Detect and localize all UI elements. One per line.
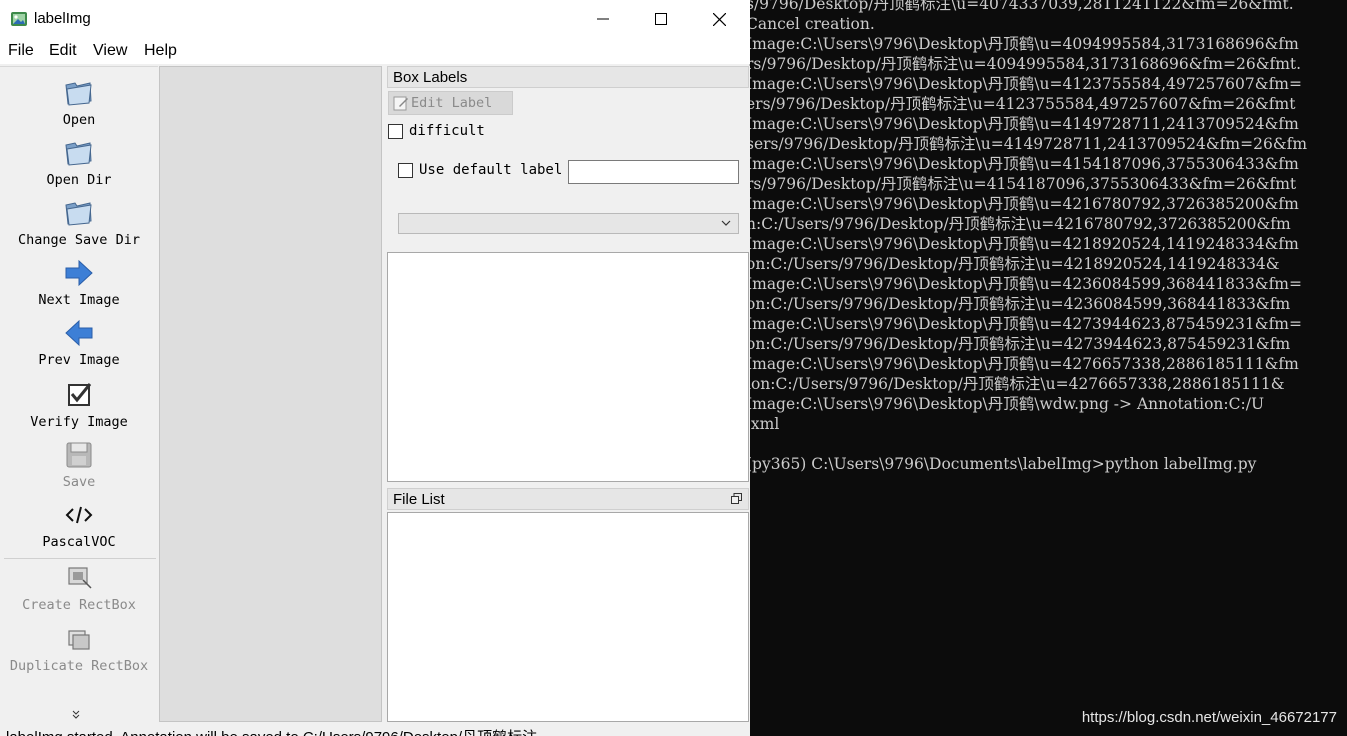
terminal-line: Image:C:\Users\9796\Desktop\丹顶鹤\u=415418… [746,155,1299,173]
menu-help[interactable]: Help [144,42,177,60]
open-button[interactable]: Open [0,77,158,128]
labelimg-window: labelImg File Edit View Help Open Open D… [0,0,750,736]
terminal-line: sers/9796/Desktop/丹顶鹤标注\u=4149728711,241… [746,135,1308,153]
terminal-line: on:C:/Users/9796/Desktop/丹顶鹤标注\u=4236084… [746,295,1291,313]
pascalvoc-label: PascalVOC [42,534,116,550]
file-list[interactable] [387,512,749,722]
floppy-disk-icon [66,442,92,468]
duplicate-rectbox-label: Duplicate RectBox [9,658,149,674]
terminal-line: Cancel creation. [746,15,875,33]
verify-image-button[interactable]: Verify Image [0,379,158,430]
open-label: Open [62,112,96,128]
edit-label-text: Edit Label [411,95,493,111]
create-rectbox-button[interactable]: Create RectBox [0,562,158,613]
box-labels-header[interactable]: Box Labels [387,66,749,88]
terminal-line: Image:C:\Users\9796\Desktop\丹顶鹤\u=421678… [746,195,1299,213]
terminal-line: Image:C:\Users\9796\Desktop\丹顶鹤\u=423608… [746,275,1302,293]
box-label-list[interactable] [387,252,749,482]
menu-bar: File Edit View Help [0,38,750,64]
open-dir-label: Open Dir [46,172,112,188]
rectbox-icon [68,567,92,589]
close-button[interactable] [690,0,748,38]
save-button[interactable]: Save [0,439,158,490]
menu-view[interactable]: View [93,42,127,60]
prev-image-label: Prev Image [38,352,120,368]
app-logo-icon [11,12,27,26]
save-label: Save [62,474,96,490]
terminal-line: on:C:/Users/9796/Desktop/丹顶鹤标注\u=4273944… [746,335,1291,353]
terminal-line: s/9796/Desktop/丹顶鹤标注\u=4074337039,281124… [746,0,1294,13]
status-text: labelImg started. Annotation will be sav… [6,726,537,736]
verify-image-label: Verify Image [30,414,128,430]
maximize-button[interactable] [632,0,690,38]
minimize-button[interactable] [574,0,632,38]
terminal-line: Image:C:\Users\9796\Desktop\丹顶鹤\wdw.png … [746,395,1265,413]
menu-file[interactable]: File [8,42,34,60]
terminal-line: Image:C:\Users\9796\Desktop\丹顶鹤\u=427394… [746,315,1302,333]
tools-toolbar: Open Open Dir Change Save Dir Next Image [0,66,158,722]
default-label-input[interactable] [568,160,739,184]
next-image-button[interactable]: Next Image [0,257,158,308]
use-default-label-text: Use default label [419,162,563,178]
change-save-dir-button[interactable]: Change Save Dir [0,197,158,248]
menu-edit[interactable]: Edit [49,42,77,60]
difficult-checkbox[interactable] [388,124,403,139]
label-dropdown[interactable] [398,213,739,234]
terminal-line: rs/9796/Desktop/丹顶鹤标注\u=4154187096,37553… [746,175,1297,193]
duplicate-icon [68,630,90,650]
toolbar-extension-icon[interactable] [72,709,80,723]
terminal-line: Image:C:\Users\9796\Desktop\丹顶鹤\u=412375… [746,75,1302,93]
maximize-icon [655,13,667,25]
terminal-line: .xml [746,415,780,433]
terminal-line: Image:C:\Users\9796\Desktop\丹顶鹤\u=409499… [746,35,1299,53]
terminal-line: rs/9796/Desktop/丹顶鹤标注\u=4094995584,31731… [746,55,1302,73]
status-bar: labelImg started. Annotation will be sav… [0,722,750,736]
right-dock: Box Labels Edit Label difficult Use defa… [386,66,750,722]
prev-image-button[interactable]: Prev Image [0,317,158,368]
terminal-line: on:C:/Users/9796/Desktop/丹顶鹤标注\u=4218920… [746,255,1280,273]
folder-open-icon [65,82,92,106]
float-dock-icon[interactable] [731,493,742,504]
title-bar[interactable]: labelImg [0,0,750,38]
terminal-window[interactable]: s/9796/Desktop/丹顶鹤标注\u=4074337039,281124… [740,0,1347,736]
terminal-line: Image:C:\Users\9796\Desktop\丹顶鹤\u=421892… [746,235,1299,253]
edit-icon [393,96,408,111]
watermark-text: https://blog.csdn.net/weixin_46672177 [1081,709,1337,726]
minimize-icon [597,18,609,20]
difficult-label: difficult [409,123,485,139]
duplicate-rectbox-button[interactable]: Duplicate RectBox [0,623,158,674]
terminal-line: ers/9796/Desktop/丹顶鹤标注\u=4123755584,4972… [746,95,1296,113]
terminal-line: n:C:/Users/9796/Desktop/丹顶鹤标注\u=42167807… [746,215,1291,233]
arrow-left-icon [65,319,93,347]
terminal-line: (py365) C:\Users\9796\Documents\labelImg… [746,455,1257,473]
window-title: labelImg [34,10,91,27]
checkbox-icon [68,383,92,406]
image-canvas[interactable] [159,66,382,722]
code-icon [65,506,93,524]
terminal-line: Image:C:\Users\9796\Desktop\丹顶鹤\u=427665… [746,355,1299,373]
file-list-header[interactable]: File List [387,488,749,510]
file-list-title: File List [393,491,445,508]
terminal-line: Image:C:\Users\9796\Desktop\丹顶鹤\u=414972… [746,115,1299,133]
use-default-label-checkbox[interactable] [398,163,413,178]
terminal-line: ion:C:/Users/9796/Desktop/丹顶鹤标注\u=427665… [746,375,1285,393]
folder-open-icon [65,202,92,226]
close-icon [712,12,726,26]
toolbar-separator [4,558,156,559]
edit-label-button[interactable]: Edit Label [388,91,513,115]
pascalvoc-button[interactable]: PascalVOC [0,499,158,550]
create-rectbox-label: Create RectBox [22,597,136,613]
change-save-dir-label: Change Save Dir [18,232,140,248]
arrow-right-icon [65,259,93,287]
folder-open-icon [65,142,92,166]
open-dir-button[interactable]: Open Dir [0,137,158,188]
chevron-down-icon [721,220,731,226]
next-image-label: Next Image [38,292,120,308]
